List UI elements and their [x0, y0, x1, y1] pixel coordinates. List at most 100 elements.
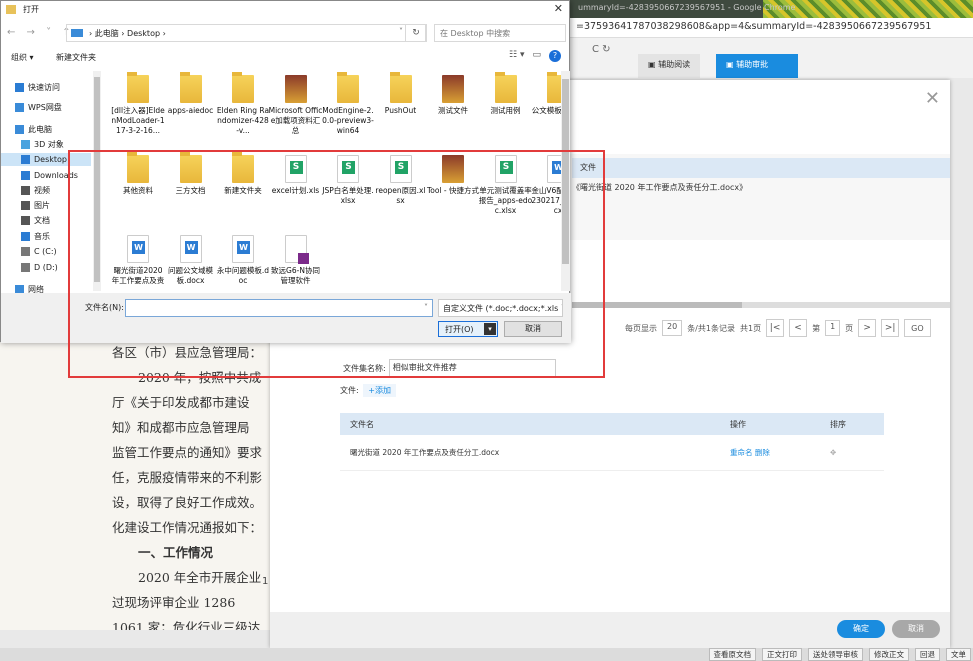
- search-input[interactable]: 在 Desktop 中搜索: [434, 24, 566, 42]
- add-file-link[interactable]: +添加: [363, 384, 396, 397]
- submit-review-button[interactable]: 送处领导审核: [808, 648, 863, 661]
- sidebar-item[interactable]: Downloads: [21, 169, 78, 182]
- file-item[interactable]: apps-aiedoc: [164, 72, 218, 116]
- cancel-button[interactable]: 取消: [892, 620, 940, 638]
- last-page-button[interactable]: >|: [881, 319, 900, 337]
- sidebar-scrollbar[interactable]: [93, 71, 101, 291]
- help-icon[interactable]: ?: [549, 50, 561, 62]
- file-item[interactable]: reopen原因.xlsx: [374, 155, 428, 206]
- file-item[interactable]: 问题公文域模板.docx: [164, 235, 218, 286]
- file-item[interactable]: 测试文件: [426, 75, 480, 116]
- file-item[interactable]: 其他资料: [111, 152, 165, 196]
- edit-body-button[interactable]: 修改正文: [869, 648, 909, 661]
- dialog-toolbar: 组织 ▾ 新建文件夹 ☷ ▾ ▭ ?: [1, 47, 571, 69]
- shortcut-icon: [442, 75, 464, 103]
- print-button[interactable]: 正文打印: [762, 648, 802, 661]
- col-action: 操作: [730, 419, 746, 429]
- first-page-button[interactable]: |<: [766, 319, 785, 337]
- refresh-icon[interactable]: C ↻: [592, 44, 611, 55]
- new-folder-button[interactable]: 新建文件夹: [56, 52, 96, 63]
- view-original-button[interactable]: 查看原文档: [708, 648, 756, 661]
- page-suffix: 页: [845, 323, 854, 333]
- file-item[interactable]: JSP白名单处理.xlsx: [321, 155, 375, 206]
- sidebar-item[interactable]: 文档: [21, 214, 50, 227]
- next-page-button[interactable]: >: [858, 319, 877, 337]
- chevron-down-icon[interactable]: ˅: [424, 303, 428, 312]
- go-button[interactable]: GO: [904, 319, 931, 337]
- file-type-value: 自定义文件 (*.doc;*.docx;*.xls: [443, 304, 559, 313]
- file-item[interactable]: 金山V6配置_20230217_v4.docx: [531, 155, 561, 216]
- sidebar-item[interactable]: WPS网盘: [15, 101, 62, 114]
- folder-icon: [389, 72, 412, 103]
- file-item[interactable]: 公文模板类文件: [531, 72, 561, 116]
- tab-assist-read[interactable]: ▣ 辅助阅读: [638, 54, 701, 78]
- folder-icon: [179, 72, 202, 103]
- close-icon[interactable]: ✕: [925, 88, 940, 109]
- file-list-scrollbar[interactable]: [561, 71, 570, 291]
- chevron-down-icon[interactable]: ˅: [399, 27, 403, 36]
- file-item[interactable]: 测试用例: [479, 72, 533, 116]
- scrollbar-thumb[interactable]: [562, 79, 569, 264]
- file-name: Elden Ring Randomizer-428-v...: [216, 106, 270, 135]
- result-file-name[interactable]: 《曙光街道 2020 年工作要点及责任分工.docx》: [572, 182, 747, 193]
- sidebar-item[interactable]: 快速访问: [15, 81, 60, 94]
- confirm-button[interactable]: 确定: [837, 620, 885, 638]
- file-item[interactable]: Elden Ring Randomizer-428-v...: [216, 72, 270, 136]
- horizontal-scrollbar[interactable]: [572, 302, 950, 308]
- scrollbar-thumb[interactable]: [572, 302, 742, 308]
- open-label: 打开(O): [445, 325, 474, 334]
- close-icon[interactable]: ✕: [554, 2, 563, 15]
- rollback-button[interactable]: 回退: [915, 648, 940, 661]
- sidebar-item[interactable]: C (C:): [21, 245, 57, 258]
- file-set-name-row: 文件集名称: 相似审批文件推荐: [343, 359, 556, 377]
- file-item[interactable]: PushOut: [374, 72, 428, 116]
- sidebar-item[interactable]: 图片: [21, 199, 50, 212]
- nav-arrows-icon[interactable]: ← → ˅ ↑: [7, 27, 75, 38]
- sidebar-item[interactable]: D (D:): [21, 261, 58, 274]
- path-breadcrumb[interactable]: › 此电脑 › Desktop › ˅: [66, 24, 426, 42]
- file-set-name-input[interactable]: 相似审批文件推荐: [388, 359, 556, 377]
- file-item[interactable]: Microsoft Office加载项资料汇总: [269, 75, 323, 136]
- file-name-input[interactable]: ˅: [125, 299, 433, 317]
- rename-link[interactable]: 重命名: [730, 448, 753, 457]
- per-page-input[interactable]: 20: [662, 320, 683, 336]
- organize-button[interactable]: 组织 ▾: [11, 52, 34, 63]
- view-mode-icon[interactable]: ☷ ▾: [509, 50, 524, 62]
- sidebar-item[interactable]: 视频: [21, 184, 50, 197]
- file-item[interactable]: Tool - 快捷方式: [426, 155, 480, 196]
- breadcrumb-item[interactable]: 此电脑: [95, 29, 119, 38]
- current-page-input[interactable]: 1: [825, 320, 841, 336]
- star-icon: [15, 83, 24, 92]
- file-item[interactable]: 曙光街道2020 年工作要点及责: [111, 235, 165, 286]
- file-type-select[interactable]: 自定义文件 (*.doc;*.docx;*.xls ˅: [438, 299, 563, 317]
- file-item[interactable]: [dll注入器]EldenModLoader-117-3-2-16...: [111, 72, 165, 136]
- breadcrumb-item[interactable]: Desktop: [127, 29, 160, 38]
- cube-icon: [21, 140, 30, 149]
- tab-assist-review[interactable]: ▣ 辅助审批: [716, 54, 798, 78]
- doc-form-button[interactable]: 文单: [946, 648, 971, 661]
- address-bar[interactable]: =37593641787038298608&app=4&summaryId=-4…: [570, 18, 973, 38]
- sidebar-item[interactable]: 3D 对象: [21, 138, 64, 151]
- file-label: 文件:: [340, 386, 359, 395]
- sidebar-item[interactable]: Desktop: [1, 153, 91, 166]
- open-button[interactable]: 打开(O) ▾: [438, 321, 498, 337]
- file-name: ModEngine-2.0.0-preview3-win64: [322, 106, 374, 135]
- scrollbar-thumb[interactable]: [94, 77, 100, 282]
- file-item[interactable]: 致远G6-N协同管理软件: [269, 235, 323, 286]
- chevron-down-icon[interactable]: ▾: [484, 323, 496, 335]
- file-item[interactable]: ModEngine-2.0.0-preview3-win64: [321, 72, 375, 136]
- file-item[interactable]: 永中问题模板.doc: [216, 235, 270, 286]
- dialog-cancel-button[interactable]: 取消: [504, 321, 562, 337]
- file-item[interactable]: 单元测试覆盖率报告_apps-edoc.xlsx: [479, 155, 533, 216]
- file-item[interactable]: 新建文件夹: [216, 152, 270, 196]
- preview-pane-icon[interactable]: ▭: [532, 50, 541, 62]
- drag-handle-icon[interactable]: ✥: [830, 448, 884, 457]
- file-item[interactable]: 三方文档: [164, 152, 218, 196]
- sidebar-item[interactable]: 此电脑: [15, 123, 52, 136]
- sidebar-item[interactable]: 音乐: [21, 230, 50, 243]
- prev-page-button[interactable]: <: [789, 319, 808, 337]
- delete-link[interactable]: 删除: [755, 448, 770, 457]
- total-pages: 共1页: [739, 323, 762, 333]
- refresh-icon[interactable]: ↻: [405, 24, 427, 42]
- file-item[interactable]: excel计划.xls: [269, 155, 323, 196]
